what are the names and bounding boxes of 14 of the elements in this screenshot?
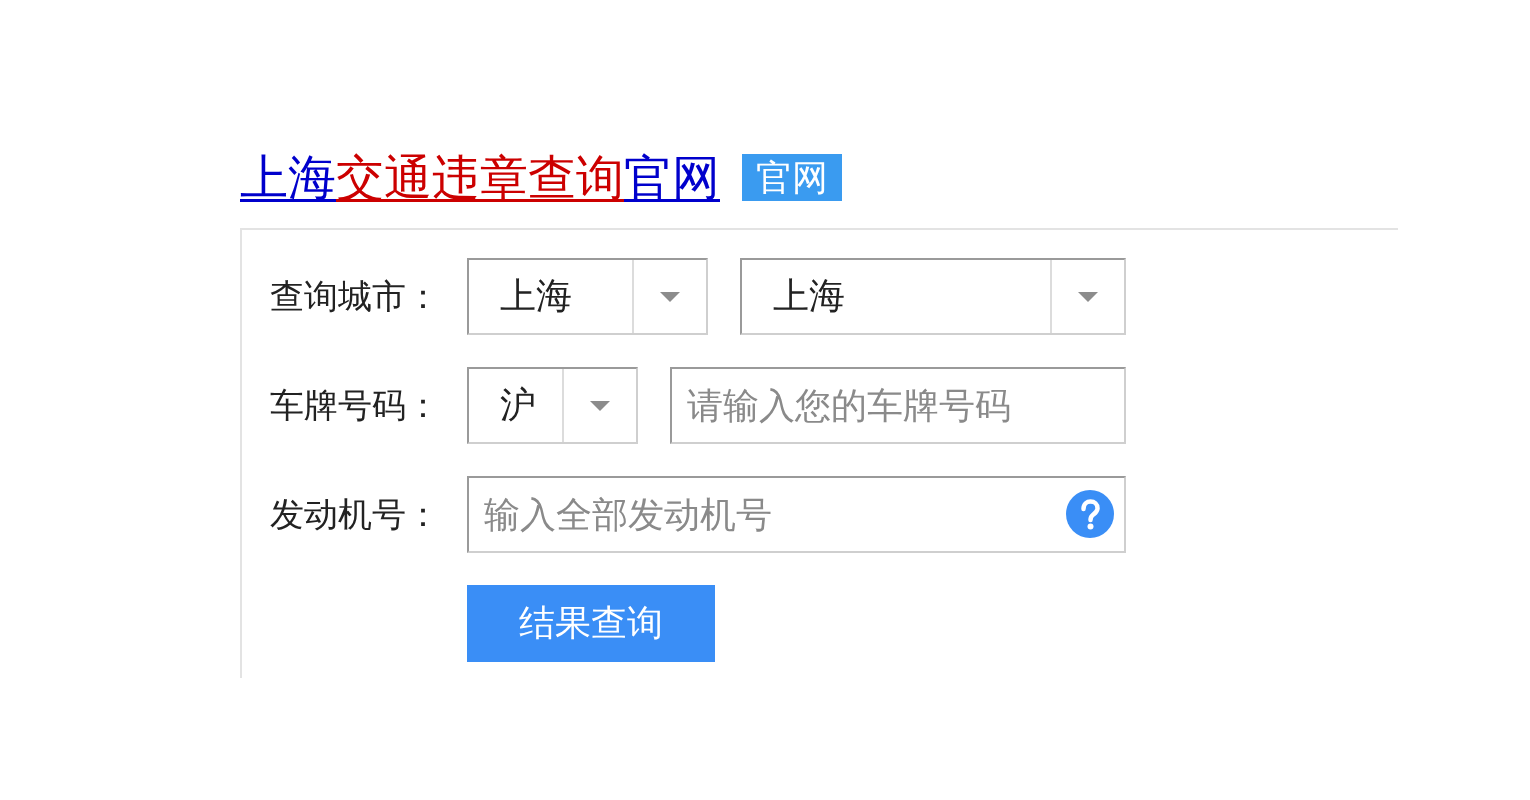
field-label: 发动机号： [270, 492, 441, 536]
caret-icon [1078, 291, 1098, 302]
caret-icon [590, 400, 610, 411]
dropdown-select[interactable]: 上海 [467, 258, 708, 335]
field-label: 车牌号码： [270, 383, 441, 427]
dropdown-select[interactable]: 沪 [467, 367, 638, 444]
field-label: 查询城市： [270, 274, 441, 318]
dropdown-select[interactable]: 上海 [740, 258, 1126, 335]
title-link[interactable]: 上海交通违章查询官网 [240, 150, 720, 204]
official-tag: 官网 [742, 153, 842, 201]
input-field[interactable]: 请输入您的车牌号码 [670, 367, 1126, 444]
input-field[interactable]: 输入全部发动机号 [467, 476, 1126, 553]
caret-icon [660, 291, 680, 302]
help-icon[interactable] [1066, 490, 1114, 538]
